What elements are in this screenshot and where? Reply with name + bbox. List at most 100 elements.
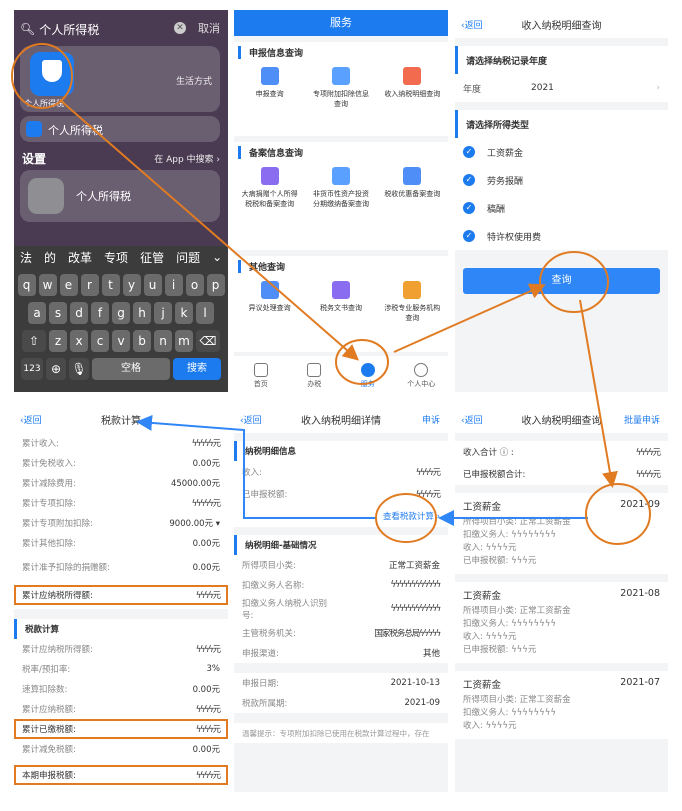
key-letter[interactable]: v bbox=[112, 330, 130, 352]
service-special-deduction-query[interactable]: 专项附加扣除信息查询 bbox=[310, 67, 372, 109]
record-field: 收入: ϟϟϟϟ元 bbox=[463, 543, 517, 553]
search-key[interactable]: 搜索 bbox=[173, 358, 221, 380]
key-letter[interactable]: g bbox=[112, 302, 130, 324]
space-key[interactable]: 空格 bbox=[92, 358, 170, 380]
service-nonmonetary-filing[interactable]: 非货币性资产投资分期缴纳备案查询 bbox=[310, 167, 372, 209]
cancel-button[interactable]: 取消 bbox=[198, 20, 220, 36]
type-option[interactable]: ✓ 稿酬 bbox=[455, 194, 668, 222]
key-letter[interactable]: o bbox=[185, 274, 204, 296]
type-option[interactable]: ✓ 工资薪金 bbox=[455, 138, 668, 166]
key-letter[interactable]: a bbox=[28, 302, 46, 324]
service-tax-incentive-filing[interactable]: 税收优惠备案查询 bbox=[381, 167, 443, 209]
search-input[interactable]: 个人所得税 bbox=[39, 21, 99, 38]
back-button[interactable]: ‹返回 bbox=[240, 413, 262, 426]
key-letter[interactable]: j bbox=[154, 302, 172, 324]
back-button[interactable]: ‹返回 bbox=[461, 18, 483, 31]
candidate[interactable]: 征管 bbox=[140, 249, 164, 266]
info-row: 累计其他扣除: 0.00元 bbox=[14, 533, 228, 553]
search-bar[interactable]: 🔍︎ 个人所得税 ✕ 取消 bbox=[20, 18, 220, 40]
key-letter[interactable]: r bbox=[80, 274, 99, 296]
settings-result[interactable]: 个人所得税 bbox=[20, 170, 220, 222]
row-label: 所得项目小类: bbox=[242, 561, 296, 571]
service-donation-filing[interactable]: 大病捐赠个人所得税税和备案查询 bbox=[239, 167, 301, 209]
key-letter[interactable]: u bbox=[143, 274, 162, 296]
key-letter[interactable]: l bbox=[196, 302, 214, 324]
service-label: 大病捐赠个人所得税税和备案查询 bbox=[241, 190, 298, 208]
person-icon bbox=[414, 363, 429, 377]
key-letter[interactable]: q bbox=[17, 274, 36, 296]
query-button[interactable]: 查询 bbox=[463, 268, 660, 294]
shift-icon[interactable]: ⇧ bbox=[22, 330, 46, 352]
candidate[interactable]: 问题 bbox=[176, 249, 200, 266]
key-letter[interactable]: t bbox=[101, 274, 120, 296]
record-card[interactable]: 工资薪金 2021-07 所得项目小类: 正常工资薪金 扣缴义务人: ϟϟϟϟϟϟϟϟ… bbox=[455, 671, 668, 739]
tab-bar: 首页 办税 服务 个人中心 bbox=[234, 356, 448, 392]
row-label: 税率/预扣率: bbox=[22, 665, 71, 675]
key-row-2: asdfghjkl bbox=[14, 302, 228, 324]
tab-service[interactable]: 服务 bbox=[348, 363, 388, 389]
keyboard: 法 的 改革 专项 征管 问题 ⌄ qwertyuiop asdfghjkl ⇧… bbox=[14, 246, 228, 392]
globe-icon[interactable]: ⊕ bbox=[46, 358, 66, 380]
person-doc-icon bbox=[331, 167, 350, 185]
key-row-1: qwertyuiop bbox=[14, 274, 228, 296]
search-in-app-link[interactable]: 在 App 中搜索 › bbox=[154, 152, 220, 165]
row-label: 扣缴义务人名称: bbox=[242, 581, 305, 591]
record-card[interactable]: 工资薪金 2021-08 所得项目小类: 正常工资薪金 扣缴义务人: ϟϟϟϟϟϟϟϟ… bbox=[455, 582, 668, 663]
key-letter[interactable]: s bbox=[49, 302, 67, 324]
key-letter[interactable]: k bbox=[175, 302, 193, 324]
row-value: 2021-09 bbox=[404, 698, 440, 708]
view-tax-calc-link[interactable]: 查看税款计算 › bbox=[383, 510, 440, 522]
service-screen: 服务 申报信息查询 申报查询 专项附加扣除信息查询 收入纳税明细查询 备案信息查… bbox=[234, 10, 448, 392]
candidate[interactable]: 专项 bbox=[104, 249, 128, 266]
mic-icon[interactable]: 🎙︎ bbox=[69, 358, 89, 380]
key-letter[interactable]: b bbox=[133, 330, 151, 352]
filing-query-section: 备案信息查询 大病捐赠个人所得税税和备案查询 非货币性资产投资分期缴纳备案查询 … bbox=[234, 142, 448, 250]
candidate[interactable]: 的 bbox=[44, 249, 56, 266]
back-button[interactable]: ‹返回 bbox=[461, 413, 483, 426]
tab-tax[interactable]: 办税 bbox=[294, 363, 334, 389]
row-value: ϟϟϟϟ元 bbox=[196, 771, 221, 781]
type-option[interactable]: ✓ 特许权使用费 bbox=[455, 222, 668, 250]
document-icon bbox=[403, 167, 422, 185]
candidate-expand-icon[interactable]: ⌄ bbox=[212, 250, 222, 264]
key-letter[interactable]: f bbox=[91, 302, 109, 324]
service-objection-query[interactable]: 异议处理查询 bbox=[239, 281, 301, 323]
key-letter[interactable]: c bbox=[91, 330, 109, 352]
key-letter[interactable]: x bbox=[70, 330, 88, 352]
key-letter[interactable]: i bbox=[164, 274, 183, 296]
key-letter[interactable]: n bbox=[154, 330, 172, 352]
candidate[interactable]: 改革 bbox=[68, 249, 92, 266]
key-letter[interactable]: d bbox=[70, 302, 88, 324]
key-letter[interactable]: y bbox=[122, 274, 141, 296]
service-declaration-query[interactable]: 申报查询 bbox=[239, 67, 301, 109]
tab-home[interactable]: 首页 bbox=[241, 363, 281, 389]
top-hit-card[interactable]: 个人所得税 生活方式 bbox=[20, 46, 220, 112]
record-field: 扣缴义务人: ϟϟϟϟϟϟϟϟ bbox=[463, 708, 556, 718]
batch-appeal-button[interactable]: 批量申诉 bbox=[624, 413, 660, 426]
service-tax-document-query[interactable]: 税务文书查询 bbox=[310, 281, 372, 323]
key-letter[interactable]: h bbox=[133, 302, 151, 324]
key-letter[interactable]: z bbox=[49, 330, 67, 352]
row-value: 其他 bbox=[422, 649, 440, 659]
appeal-button[interactable]: 申诉 bbox=[422, 413, 440, 426]
info-row: 主管税务机关: 国家税务总局ϟϟϟϟϟ bbox=[234, 623, 448, 643]
year-selector[interactable]: 年度 2021 › bbox=[455, 74, 668, 102]
type-option[interactable]: ✓ 劳务报酬 bbox=[455, 166, 668, 194]
candidate[interactable]: 法 bbox=[20, 249, 32, 266]
key-letter[interactable]: p bbox=[206, 274, 225, 296]
key-letter[interactable]: w bbox=[38, 274, 57, 296]
key-123[interactable]: 123 bbox=[21, 358, 43, 380]
back-button[interactable]: ‹返回 bbox=[20, 413, 42, 426]
app-row[interactable]: 个人所得税 bbox=[20, 116, 220, 142]
ios-spotlight-search: 🔍︎ 个人所得税 ✕ 取消 个人所得税 生活方式 个人所得税 设置 在 App … bbox=[14, 10, 228, 392]
tab-profile[interactable]: 个人中心 bbox=[401, 363, 441, 389]
tax-app-icon[interactable] bbox=[30, 52, 74, 96]
key-letter[interactable]: e bbox=[59, 274, 78, 296]
delete-icon[interactable]: ⌫ bbox=[196, 330, 220, 352]
service-agency-query[interactable]: 涉税专业服务机构查询 bbox=[381, 281, 443, 323]
key-letter[interactable]: m bbox=[175, 330, 193, 352]
clear-icon[interactable]: ✕ bbox=[174, 22, 186, 34]
record-card[interactable]: 工资薪金 2021-09 所得项目小类: 正常工资薪金 扣缴义务人: ϟϟϟϟϟϟϟϟ… bbox=[455, 493, 668, 574]
row-label: 累计专项附加扣除: bbox=[22, 519, 93, 529]
service-income-tax-detail[interactable]: 收入纳税明细查询 bbox=[381, 67, 443, 109]
